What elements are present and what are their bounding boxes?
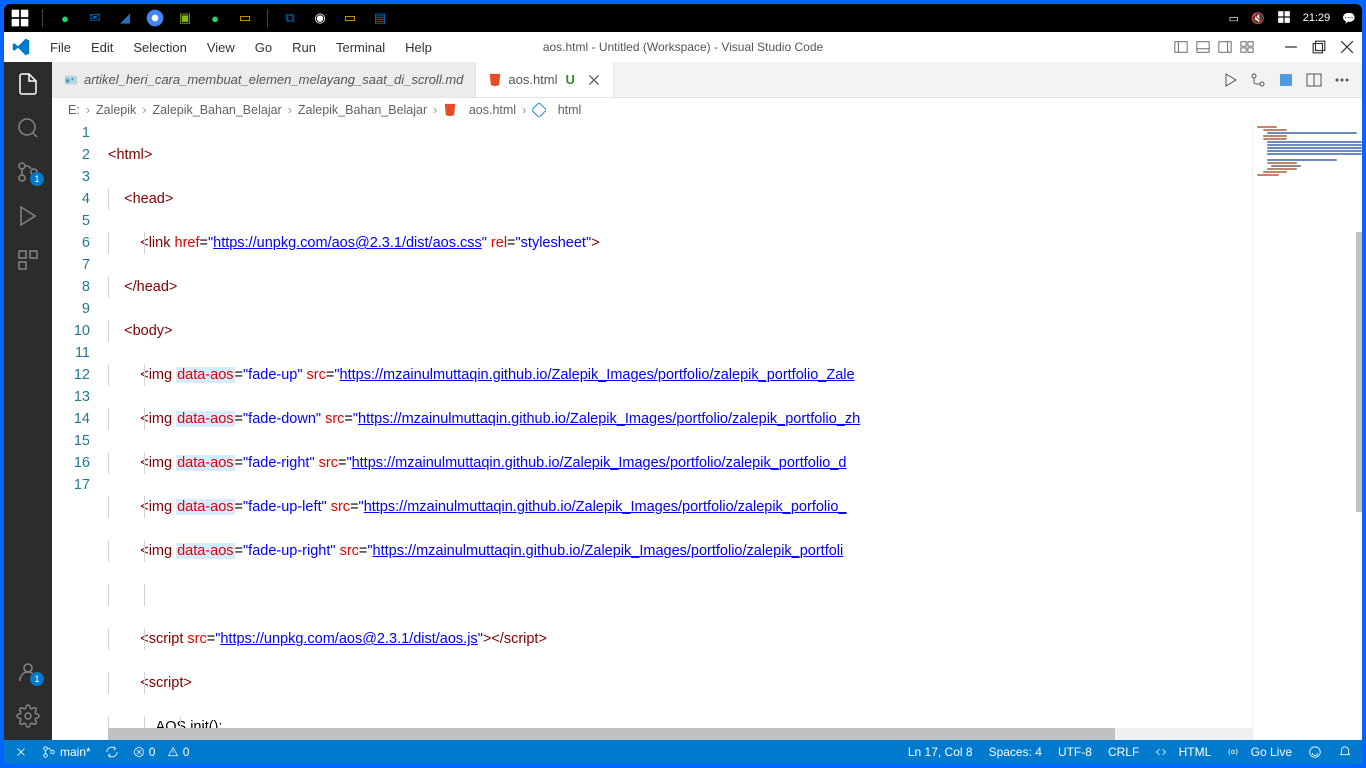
minimize-icon[interactable] — [1284, 40, 1298, 54]
volume-mute-icon[interactable]: 🔇 — [1251, 12, 1265, 25]
menu-selection[interactable]: Selection — [123, 36, 196, 59]
breadcrumb[interactable]: E:› Zalepik› Zalepik_Bahan_Belajar› Zale… — [52, 98, 1362, 122]
layout-panel-icon[interactable] — [1196, 40, 1210, 54]
clock[interactable]: 21:29 — [1303, 12, 1331, 24]
tab-active[interactable]: aos.html U — [476, 62, 614, 97]
tab-label: artikel_heri_cara_membuat_elemen_melayan… — [84, 72, 463, 87]
layout-customize-icon[interactable] — [1240, 40, 1254, 54]
crumb-file[interactable]: aos.html — [443, 103, 516, 117]
run-code-icon[interactable] — [1222, 72, 1238, 88]
sync-button[interactable] — [105, 745, 119, 759]
menu-file[interactable]: File — [40, 36, 81, 59]
markdown-file-icon — [64, 73, 78, 87]
crumb-folder[interactable]: Zalepik — [96, 103, 136, 117]
open-preview-icon[interactable] — [1278, 72, 1294, 88]
remote-button[interactable] — [14, 745, 28, 759]
menu-run[interactable]: Run — [282, 36, 326, 59]
language-mode[interactable]: HTML — [1155, 745, 1211, 759]
run-debug-icon[interactable] — [16, 204, 40, 228]
windows-taskbar: ● ✉ ◢ ▣ ● ▭ ⧉ ◉ ▭ ▤ ▭ 🔇 21:29 💬 — [4, 4, 1362, 32]
activity-bar: 1 1 — [4, 62, 52, 740]
maximize-icon[interactable] — [1312, 40, 1326, 54]
minimap[interactable] — [1252, 122, 1362, 740]
affinity-icon[interactable]: ◢ — [115, 8, 135, 28]
tabs-bar: artikel_heri_cara_membuat_elemen_melayan… — [52, 62, 1362, 98]
epub-icon[interactable]: ▣ — [175, 8, 195, 28]
explorer-icon[interactable]: ▭ — [340, 8, 360, 28]
menu-view[interactable]: View — [197, 36, 245, 59]
explorer-icon[interactable] — [16, 72, 40, 96]
notifications-icon[interactable] — [1338, 745, 1352, 759]
whatsapp2-icon[interactable]: ● — [205, 8, 225, 28]
indent-status[interactable]: Spaces: 4 — [989, 745, 1042, 759]
battery-icon[interactable]: ▭ — [1229, 12, 1239, 25]
split-editor-icon[interactable] — [1306, 72, 1322, 88]
menu-help[interactable]: Help — [395, 36, 442, 59]
explorer2-icon[interactable]: ▭ — [235, 8, 255, 28]
crumb-symbol[interactable]: html — [532, 103, 581, 117]
close-tab-icon[interactable] — [587, 73, 601, 87]
code-editor[interactable]: 1234567891011121314151617 <html> <head> … — [52, 122, 1362, 740]
line-numbers: 1234567891011121314151617 — [52, 122, 108, 740]
titlebar: File Edit Selection View Go Run Terminal… — [4, 32, 1362, 62]
feedback-icon[interactable] — [1308, 745, 1322, 759]
search-icon[interactable] — [16, 116, 40, 140]
menu-terminal[interactable]: Terminal — [326, 36, 395, 59]
settings-gear-icon[interactable] — [16, 704, 40, 728]
crumb-folder[interactable]: Zalepik_Bahan_Belajar — [152, 103, 281, 117]
source-control-icon[interactable]: 1 — [16, 160, 40, 184]
whatsapp-icon[interactable]: ● — [55, 8, 75, 28]
menu-bar: File Edit Selection View Go Run Terminal… — [40, 36, 442, 59]
vscode-icon — [12, 38, 30, 56]
layout-sidebar-left-icon[interactable] — [1174, 40, 1188, 54]
menu-edit[interactable]: Edit — [81, 36, 123, 59]
mail-icon[interactable]: ✉ — [85, 8, 105, 28]
git-branch[interactable]: main* — [42, 745, 91, 759]
wifi-icon[interactable] — [1277, 10, 1291, 27]
go-live-button[interactable]: Go Live — [1227, 745, 1292, 759]
crumb-folder[interactable]: Zalepik_Bahan_Belajar — [298, 103, 427, 117]
chrome-icon[interactable] — [145, 8, 165, 28]
windows-start-icon[interactable] — [10, 8, 30, 28]
compare-changes-icon[interactable] — [1250, 72, 1266, 88]
vscode-task-icon[interactable]: ⧉ — [280, 8, 300, 28]
horizontal-scrollbar[interactable] — [108, 728, 1252, 740]
menu-go[interactable]: Go — [245, 36, 282, 59]
code-content[interactable]: <html> <head> <link href="https://unpkg.… — [108, 122, 1362, 740]
account-icon[interactable]: 1 — [16, 660, 40, 684]
html-file-icon — [488, 73, 502, 87]
window-title: aos.html - Untitled (Workspace) - Visual… — [543, 40, 823, 54]
crumb-drive[interactable]: E: — [68, 103, 80, 117]
problems[interactable]: 0 0 — [133, 745, 190, 759]
cursor-position[interactable]: Ln 17, Col 8 — [908, 745, 973, 759]
tab-inactive[interactable]: artikel_heri_cara_membuat_elemen_melayan… — [52, 62, 476, 97]
calendar-icon[interactable]: ▤ — [370, 8, 390, 28]
encoding-status[interactable]: UTF-8 — [1058, 745, 1092, 759]
status-bar: main* 0 0 Ln 17, Col 8 Spaces: 4 UTF-8 C… — [4, 740, 1362, 764]
git-status: U — [566, 72, 575, 87]
notification-icon[interactable]: 💬 — [1342, 12, 1356, 25]
layout-sidebar-right-icon[interactable] — [1218, 40, 1232, 54]
eol-status[interactable]: CRLF — [1108, 745, 1139, 759]
extensions-icon[interactable] — [16, 248, 40, 272]
more-actions-icon[interactable] — [1334, 72, 1350, 88]
close-icon[interactable] — [1340, 40, 1354, 54]
tab-label: aos.html — [508, 72, 557, 87]
github-icon[interactable]: ◉ — [310, 8, 330, 28]
